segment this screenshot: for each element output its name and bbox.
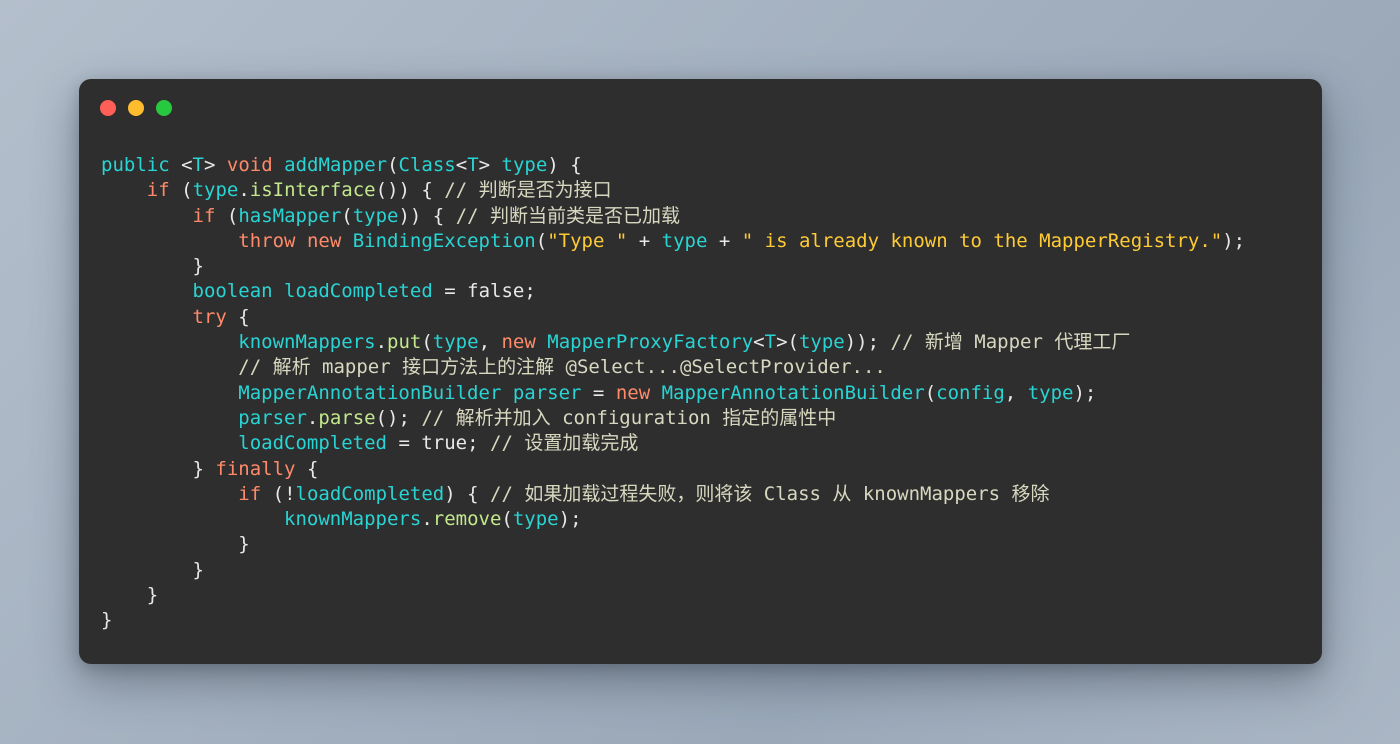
source-code-block: public <T> void addMapper(Class<T> type)… [101, 153, 1304, 634]
code-snippet-window: public <T> void addMapper(Class<T> type)… [79, 79, 1322, 664]
window-titlebar[interactable] [79, 79, 1322, 137]
code-line: } [146, 584, 159, 607]
code-line: knownMappers.remove(type); [284, 508, 582, 531]
code-line: if (hasMapper(type)) { // 判断当前类是否已加载 [192, 204, 681, 227]
code-line: } [192, 255, 204, 278]
code-line: public <T> void addMapper(Class<T> type)… [101, 154, 582, 176]
desktop-background: public <T> void addMapper(Class<T> type)… [0, 0, 1400, 744]
code-line: parser.parse(); // 解析并加入 configuration 指… [238, 406, 837, 429]
code-line: } [238, 533, 250, 556]
maximize-window-button[interactable] [156, 100, 172, 116]
code-editor-area[interactable]: public <T> void addMapper(Class<T> type)… [79, 137, 1322, 664]
window-traffic-lights [100, 100, 172, 116]
code-line: knownMappers.put(type, new MapperProxyFa… [238, 331, 1131, 354]
minimize-window-button[interactable] [128, 100, 144, 116]
code-line: boolean loadCompleted = false; [192, 280, 536, 303]
code-line: try { [192, 305, 250, 328]
code-line: } finally { [192, 457, 319, 480]
code-line: if (!loadCompleted) { // 如果加载过程失败，则将该 Cl… [238, 482, 1050, 505]
code-line: } [192, 558, 204, 581]
code-line: loadCompleted = true; // 设置加载完成 [238, 432, 639, 455]
code-line: throw new BindingException("Type " + typ… [238, 229, 1246, 252]
code-line: if (type.isInterface()) { // 判断是否为接口 [146, 179, 612, 202]
close-window-button[interactable] [100, 100, 116, 116]
code-line: // 解析 mapper 接口方法上的注解 @Select...@SelectP… [238, 356, 886, 379]
code-line: } [101, 609, 113, 632]
code-line: MapperAnnotationBuilder parser = new Map… [238, 381, 1097, 404]
